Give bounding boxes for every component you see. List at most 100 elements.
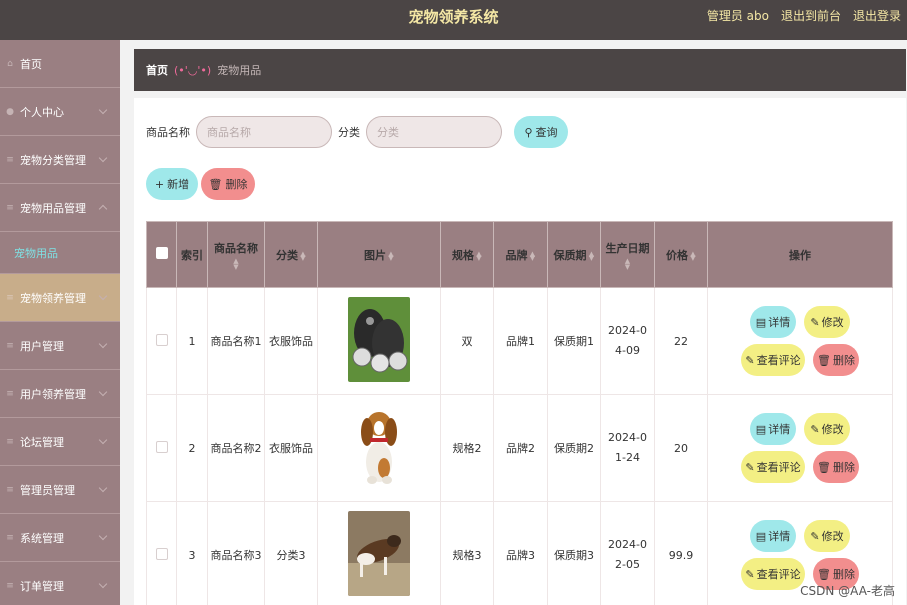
top-header: 宠物领养系统 管理员 abo 退出到前台 退出登录 — [0, 0, 907, 40]
sidebar: ⌂ 首页 ● 个人中心 ≡ 宠物分类管理 ≡ 宠物用品管理 宠物用品 ≡ 宠物领… — [0, 40, 120, 605]
sidebar-subitem-pet-supplies[interactable]: 宠物用品 — [0, 232, 120, 274]
sort-icon[interactable]: ▲ ▼ — [388, 250, 394, 261]
sort-icon[interactable]: ▲ ▼ — [530, 250, 536, 261]
sidebar-item-admin-manage[interactable]: ≡ 管理员管理 — [0, 466, 120, 514]
sidebar-item-label: 个人中心 — [20, 105, 64, 119]
sort-icon[interactable]: ▲ ▼ — [690, 250, 696, 261]
sidebar-item-user-adoption[interactable]: ≡ 用户领养管理 — [0, 370, 120, 418]
query-button-label: 查询 — [535, 126, 558, 139]
sort-icon[interactable]: ▲ ▼ — [300, 250, 306, 261]
view-comments-button[interactable]: ✎ 查看评论 — [741, 344, 805, 376]
col-header-shelf-life[interactable]: 保质期 ▲ ▼ — [547, 221, 601, 288]
delete-button[interactable]: 🗑 删除 — [813, 451, 859, 483]
sidebar-item-profile[interactable]: ● 个人中心 — [0, 88, 120, 136]
name-search-input[interactable]: 商品名称 — [196, 116, 332, 148]
col-header-brand[interactable]: 品牌 ▲ ▼ — [493, 221, 548, 288]
pencil-icon: ✎ — [810, 315, 820, 329]
edit-button[interactable]: ✎ 修改 — [804, 306, 850, 338]
menu-icon: ≡ — [6, 202, 14, 213]
detail-button[interactable]: ▤ 详情 — [750, 413, 796, 445]
detail-button[interactable]: ▤ 详情 — [750, 306, 796, 338]
sidebar-item-label: 宠物分类管理 — [20, 153, 86, 167]
col-header-index: 索引 — [176, 221, 208, 288]
back-to-front-link[interactable]: 退出到前台 — [781, 0, 841, 32]
batch-delete-button[interactable]: 🗑 删除 — [201, 168, 255, 200]
sidebar-item-label: 管理员管理 — [20, 483, 75, 497]
detail-button[interactable]: ▤ 详情 — [750, 520, 796, 552]
delete-button[interactable]: 🗑 删除 — [813, 344, 859, 376]
main-content: 首页 (•'◡'•) 宠物用品 商品名称 商品名称 分类 分类 ⚲ 查询 + 新… — [120, 40, 907, 605]
admin-user-label: 管理员 abo — [706, 9, 769, 23]
select-all-cell — [146, 221, 177, 288]
sidebar-item-forum[interactable]: ≡ 论坛管理 — [0, 418, 120, 466]
menu-icon: ≡ — [6, 580, 14, 591]
select-all-checkbox[interactable] — [155, 247, 168, 259]
sidebar-item-label: 系统管理 — [20, 531, 64, 545]
category-search-input[interactable]: 分类 — [366, 116, 502, 148]
row-checkbox[interactable] — [155, 333, 168, 346]
sort-icon[interactable]: ▲ ▼ — [589, 250, 595, 261]
product-image-dog-toy[interactable] — [348, 404, 410, 489]
sidebar-item-pet-supplies[interactable]: ≡ 宠物用品管理 — [0, 184, 120, 232]
view-comments-button[interactable]: ✎ 查看评论 — [741, 451, 805, 483]
product-image-dog-photo[interactable] — [348, 511, 410, 596]
edit-button[interactable]: ✎ 修改 — [804, 413, 850, 445]
cell-brand: 品牌1 — [493, 287, 548, 395]
row-checkbox[interactable] — [155, 440, 168, 453]
plus-icon: + — [154, 177, 165, 191]
cell-spec: 规格2 — [440, 394, 494, 502]
document-icon: ▤ — [755, 315, 767, 329]
col-header-price[interactable]: 价格 ▲ ▼ — [654, 221, 708, 288]
content-panel: 商品名称 商品名称 分类 分类 ⚲ 查询 + 新增 🗑 删除 索引 商品名称 ▲… — [134, 98, 906, 605]
cell-actions: ▤ 详情 ✎ 修改 ✎ 查看评论 🗑 删除 — [707, 394, 893, 502]
category-search-label: 分类 — [338, 126, 360, 139]
cell-index: 1 — [176, 287, 208, 395]
cell-price: 22 — [654, 287, 708, 395]
chevron-down-icon — [98, 579, 108, 589]
product-image-shoes[interactable] — [348, 297, 410, 382]
cell-brand: 品牌3 — [493, 501, 548, 605]
sidebar-item-system[interactable]: ≡ 系统管理 — [0, 514, 120, 562]
sort-icon[interactable]: ▲ ▼ — [208, 257, 264, 270]
add-button[interactable]: + 新增 — [146, 168, 198, 200]
cell-index: 2 — [176, 394, 208, 502]
sidebar-item-home[interactable]: ⌂ 首页 — [0, 40, 120, 88]
cell-spec: 双 — [440, 287, 494, 395]
row-checkbox[interactable] — [155, 547, 168, 560]
cell-shelf-life: 保质期1 — [547, 287, 601, 395]
sort-icon[interactable]: ▲ ▼ — [601, 257, 654, 270]
breadcrumb-separator: (•'◡'•) — [174, 63, 212, 77]
col-header-date[interactable]: 生产日期 ▲ ▼ — [600, 221, 655, 288]
breadcrumb-home[interactable]: 首页 — [146, 62, 168, 78]
query-button[interactable]: ⚲ 查询 — [514, 116, 568, 148]
view-comments-button[interactable]: ✎ 查看评论 — [741, 558, 805, 590]
menu-icon: ≡ — [6, 292, 14, 303]
sidebar-item-order[interactable]: ≡ 订单管理 — [0, 562, 120, 605]
table-row: 3 商品名称3 分类3 规格3 品牌3 保质期3 2024-02-05 99.9… — [146, 501, 893, 605]
logout-link[interactable]: 退出登录 — [853, 0, 901, 32]
header-links: 管理员 abo 退出到前台 退出登录 — [707, 0, 901, 32]
sidebar-item-user-manage[interactable]: ≡ 用户管理 — [0, 322, 120, 370]
col-header-spec[interactable]: 规格 ▲ ▼ — [440, 221, 494, 288]
breadcrumb-current: 宠物用品 — [217, 64, 262, 77]
sidebar-item-pet-adoption[interactable]: ≡ 宠物领养管理 — [0, 274, 120, 322]
cell-index: 3 — [176, 501, 208, 605]
cell-name: 商品名称2 — [207, 394, 265, 502]
col-header-image[interactable]: 图片 ▲ ▼ — [317, 221, 441, 288]
trash-icon: 🗑 — [817, 353, 831, 367]
cell-name: 商品名称1 — [207, 287, 265, 395]
user-icon: ● — [6, 106, 14, 117]
sort-icon[interactable]: ▲ ▼ — [476, 250, 482, 261]
edit-button[interactable]: ✎ 修改 — [804, 520, 850, 552]
col-header-name[interactable]: 商品名称 ▲ ▼ — [207, 221, 265, 288]
sidebar-item-pet-category[interactable]: ≡ 宠物分类管理 — [0, 136, 120, 184]
col-header-actions: 操作 — [707, 221, 893, 288]
col-header-category[interactable]: 分类 ▲ ▼ — [264, 221, 318, 288]
cell-spec: 规格3 — [440, 501, 494, 605]
document-icon: ▤ — [755, 529, 767, 543]
delete-button-label: 删除 — [225, 178, 248, 191]
table-row: 1 商品名称1 衣服饰品 双 品牌1 保质期1 2024-04-09 22 ▤ … — [146, 287, 893, 395]
pencil-icon: ✎ — [745, 353, 755, 367]
menu-icon: ≡ — [6, 532, 14, 543]
chevron-up-icon — [98, 204, 108, 214]
